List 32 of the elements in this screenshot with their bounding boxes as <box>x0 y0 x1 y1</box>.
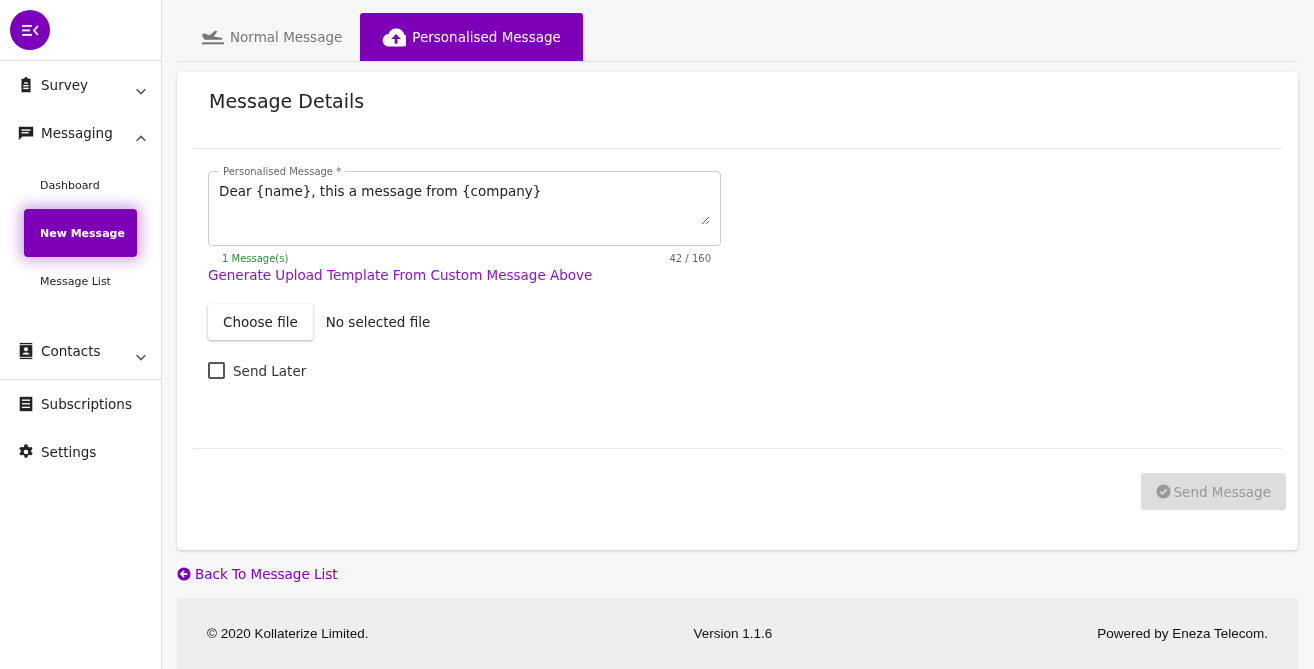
settings-icon <box>17 443 35 461</box>
arrow-left-icon <box>177 567 191 581</box>
copyright-text: © 2020 Kollaterize Limited. <box>207 626 369 641</box>
character-counter: 42 / 160 <box>669 253 711 264</box>
cloud-upload-icon <box>382 27 407 47</box>
choose-file-button[interactable]: Choose file <box>208 304 313 340</box>
tab[interactable]: Normal Message <box>187 13 361 61</box>
message-count: 1 Message(s) <box>222 253 289 264</box>
file-status: No selected file <box>325 314 431 330</box>
sidebar-item[interactable]: Survey <box>0 61 161 109</box>
chat-icon <box>17 124 35 142</box>
back-link[interactable]: Back To Message List <box>177 566 338 582</box>
menu-button[interactable] <box>10 10 50 50</box>
card-title: Message Details <box>209 90 366 114</box>
submenu-item[interactable]: New Message <box>24 209 137 257</box>
submenu-item[interactable]: Message List <box>24 257 137 305</box>
version-text: Version 1.1.6 <box>693 626 773 641</box>
send-later-checkbox[interactable] <box>208 362 225 379</box>
check-circle-icon <box>1155 484 1171 499</box>
template-link[interactable]: Generate Upload Template From Custom Message Above <box>208 267 1267 283</box>
tab[interactable]: Personalised Message <box>360 13 583 61</box>
powered-by-text: Powered by Eneza Telecom. <box>1097 626 1268 641</box>
contact-card-icon <box>17 342 35 360</box>
sidebar-item[interactable]: Contacts <box>0 327 161 375</box>
message-field[interactable]: Personalised Message * Dear {name}, this a message from {company} <box>208 166 721 246</box>
airplane-icon <box>202 29 224 45</box>
sidebar-item[interactable]: Messaging <box>0 109 161 157</box>
sidebar-item[interactable]: Subscriptions <box>0 380 161 428</box>
checkbox-label: Send Later <box>233 362 307 379</box>
list-icon <box>17 395 35 413</box>
submenu-item[interactable]: Dashboard <box>24 161 137 209</box>
sidebar-item[interactable]: Settings <box>0 428 161 476</box>
